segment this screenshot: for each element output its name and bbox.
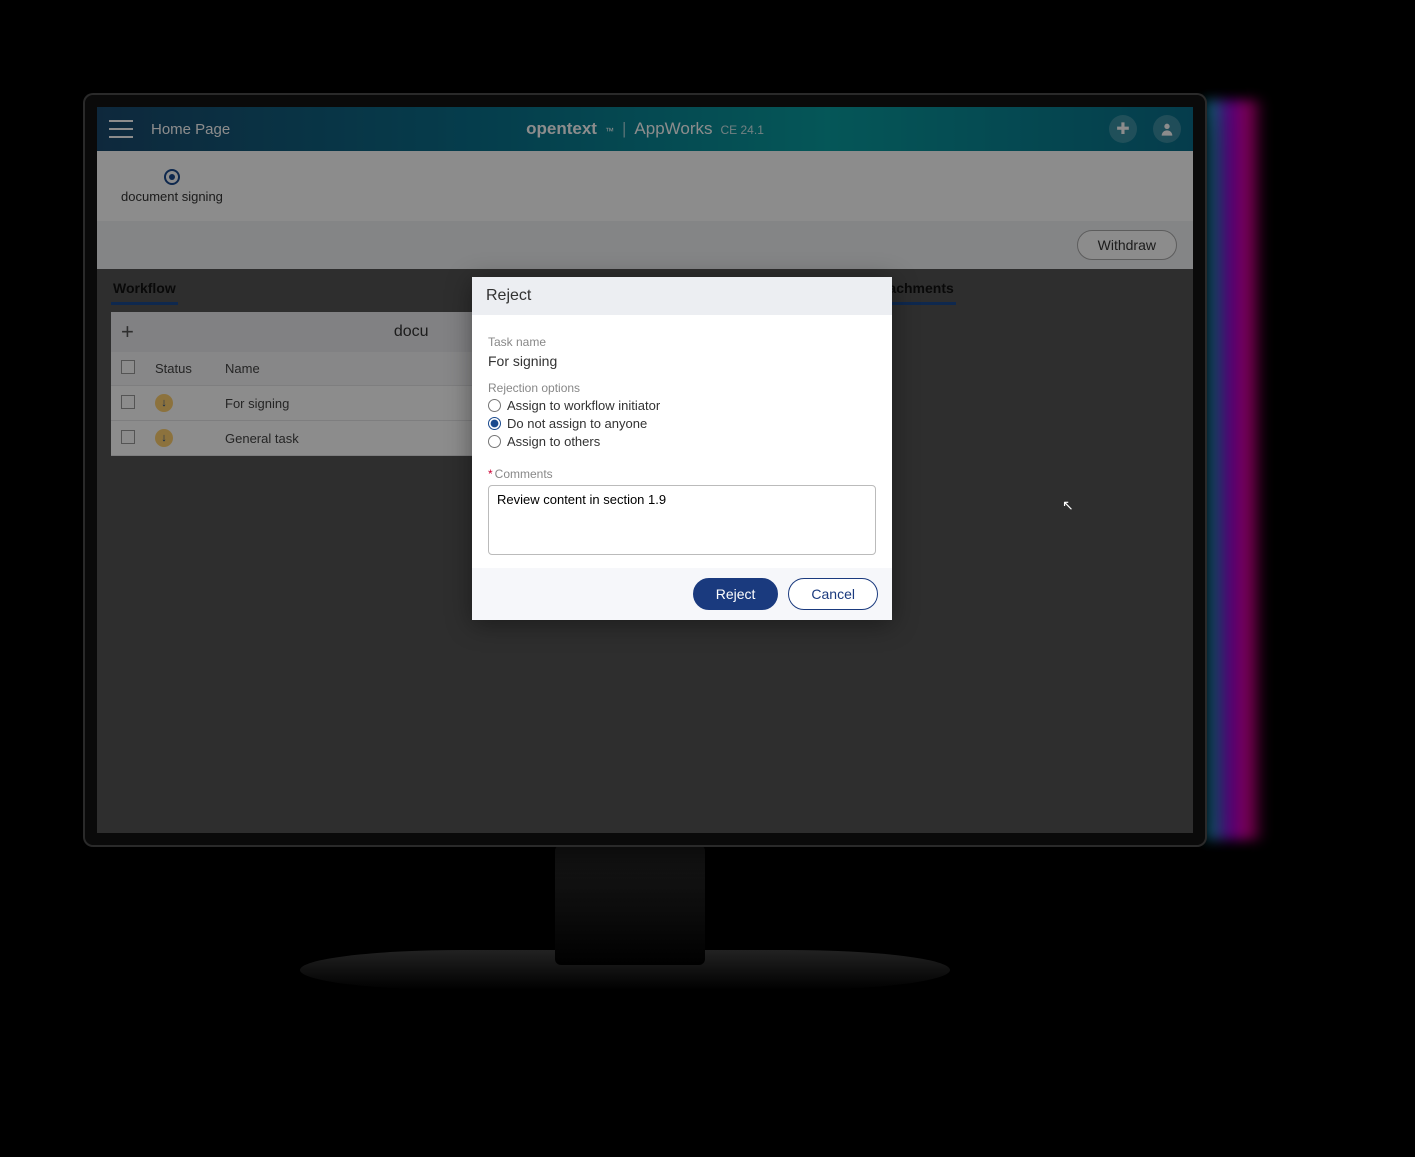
reject-dialog: Reject Task name For signing Rejection o… (472, 277, 892, 620)
task-name-value: For signing (488, 353, 876, 369)
screen: Home Page opentext™ | AppWorks CE 24.1 ✚… (97, 107, 1193, 833)
option-assign-none[interactable]: Do not assign to anyone (488, 416, 876, 431)
option-assign-others[interactable]: Assign to others (488, 434, 876, 449)
decorative-glow (1205, 100, 1265, 840)
cancel-button[interactable]: Cancel (788, 578, 878, 610)
rejection-options-label: Rejection options (488, 381, 876, 395)
monitor-frame: Home Page opentext™ | AppWorks CE 24.1 ✚… (85, 95, 1205, 845)
monitor-neck (555, 845, 705, 965)
cursor-icon: ↖ (1062, 497, 1074, 514)
comments-label: Comments (495, 467, 553, 481)
dialog-title: Reject (472, 277, 892, 315)
reject-button[interactable]: Reject (693, 578, 779, 610)
comments-input[interactable] (488, 485, 876, 555)
task-name-label: Task name (488, 335, 876, 349)
option-assign-initiator[interactable]: Assign to workflow initiator (488, 398, 876, 413)
